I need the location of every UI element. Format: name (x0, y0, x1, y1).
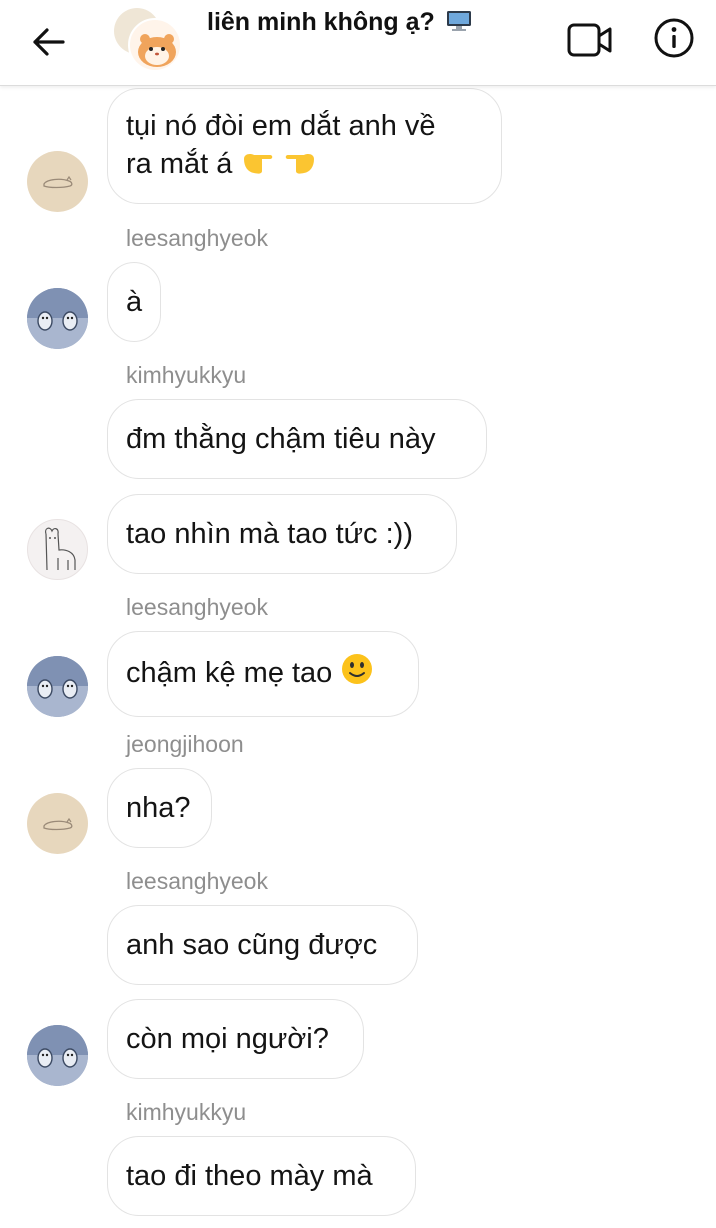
message-text: à (126, 286, 143, 318)
sleeping-cat-icon (43, 817, 73, 831)
message-bubble[interactable]: à (107, 262, 161, 342)
sleeping-cat-icon (43, 175, 73, 189)
group-avatar-front (128, 18, 182, 72)
penguins-icon (27, 656, 88, 717)
sender-name: leesanghyeok (126, 594, 268, 620)
avatar-sleeping-cat[interactable] (27, 151, 88, 212)
message-list[interactable]: tụi nó đòi em dắt anh về ra mắt á leesan… (0, 86, 716, 1228)
video-call-button[interactable] (566, 20, 614, 60)
sender-name: leesanghyeok (126, 225, 268, 251)
message-bubble[interactable]: còn mọi người? (107, 999, 364, 1079)
message-text: anh sao cũng được (126, 929, 378, 961)
chat-title[interactable]: liên minh không ạ? (207, 8, 472, 37)
penguins-icon (27, 288, 88, 349)
chat-header: liên minh không ạ? (0, 0, 716, 86)
pointing-hands-emoji (240, 145, 318, 187)
message-text: nha? (126, 792, 191, 824)
message-text: đm thằng chậm tiêu này (126, 423, 436, 455)
chat-title-text: liên minh không ạ? (207, 8, 435, 36)
avatar-llama[interactable] (27, 519, 88, 580)
info-icon (654, 18, 694, 58)
message-text: ra mắt á (126, 148, 233, 180)
avatar-sleeping-cat[interactable] (27, 793, 88, 854)
penguins-icon (27, 1025, 88, 1086)
message-text: chậm kệ mẹ tao (126, 657, 333, 689)
message-text: còn mọi người? (126, 1023, 329, 1055)
message-bubble[interactable]: nha? (107, 768, 212, 848)
avatar-penguins[interactable] (27, 288, 88, 349)
sender-name: kimhyukkyu (126, 362, 247, 388)
sender-name: kimhyukkyu (126, 1099, 247, 1125)
sender-name: jeongjihoon (126, 731, 244, 757)
message-bubble[interactable]: anh sao cũng được (107, 905, 418, 985)
message-bubble[interactable]: tao đi theo mày mà (107, 1136, 416, 1216)
smiley-emoji (340, 652, 374, 696)
message-bubble[interactable]: chậm kệ mẹ tao (107, 631, 419, 717)
avatar-penguins[interactable] (27, 1025, 88, 1086)
video-call-icon (567, 23, 612, 57)
computer-icon (446, 11, 471, 31)
hamster-icon (138, 34, 176, 67)
llama-icon (45, 527, 76, 571)
sender-name: leesanghyeok (126, 868, 268, 894)
group-avatar[interactable] (114, 8, 184, 72)
info-button[interactable] (652, 16, 696, 60)
message-bubble[interactable]: tụi nó đòi em dắt anh về ra mắt á (107, 88, 502, 204)
message-bubble[interactable]: tao nhìn mà tao tức :)) (107, 494, 457, 574)
message-bubble[interactable]: đm thằng chậm tiêu này (107, 399, 487, 479)
message-text: tụi nó đòi em dắt anh về (126, 110, 436, 142)
message-text: tao đi theo mày mà (126, 1160, 373, 1192)
avatar-penguins[interactable] (27, 656, 88, 717)
message-text: tao nhìn mà tao tức :)) (126, 518, 413, 550)
back-button[interactable] (28, 22, 68, 62)
back-arrow-icon (33, 28, 65, 56)
